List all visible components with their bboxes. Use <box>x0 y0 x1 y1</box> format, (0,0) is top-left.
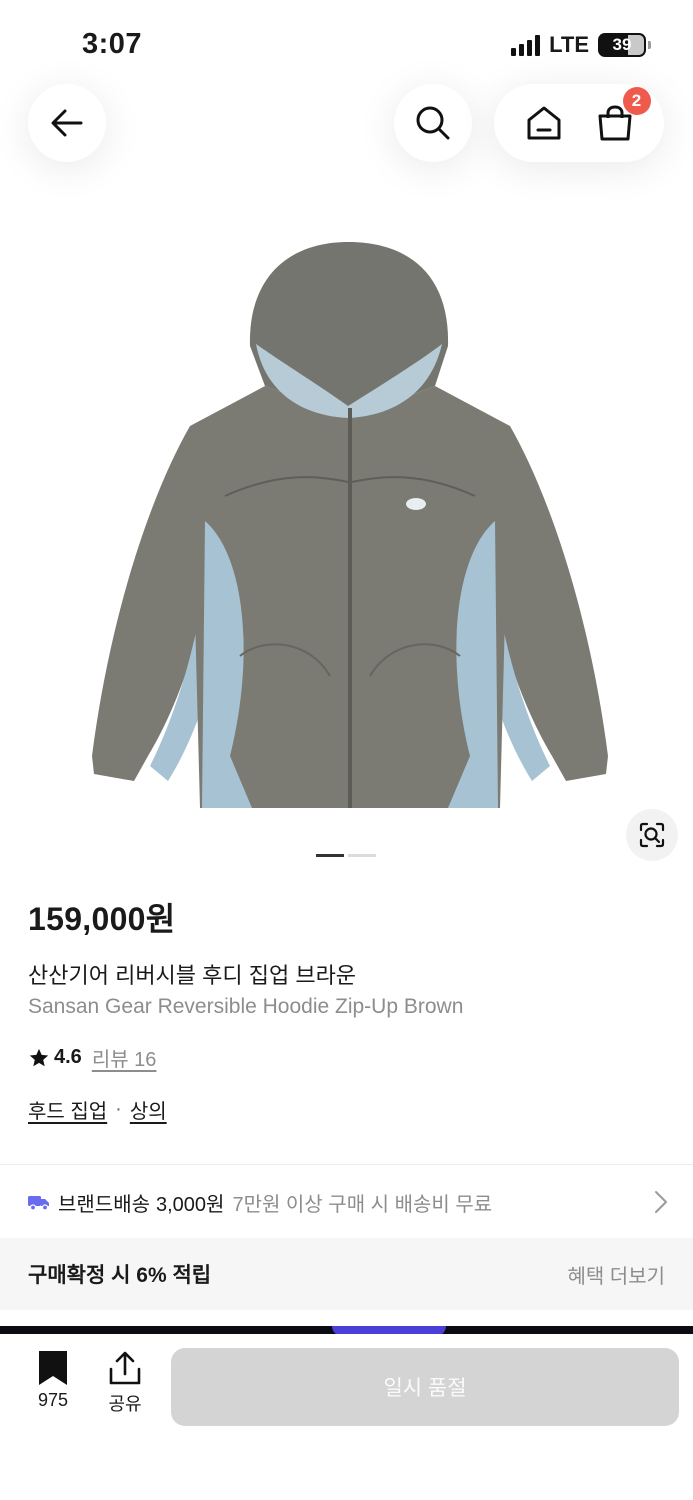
sold-out-button[interactable]: 일시 품절 <box>171 1348 679 1426</box>
cart-count-badge: 2 <box>622 87 651 115</box>
home-button[interactable] <box>522 101 566 145</box>
battery-icon: 39 <box>598 33 646 57</box>
chevron-right-icon <box>655 1191 667 1213</box>
category-link-tops[interactable]: 상의 <box>130 1095 167 1124</box>
status-bar: 3:07 LTE 39 <box>0 0 693 90</box>
image-search-icon <box>639 822 665 848</box>
home-cart-group: 2 <box>494 84 664 162</box>
image-search-button[interactable] <box>626 809 678 861</box>
share-icon <box>109 1351 141 1385</box>
shipping-info-row[interactable]: 브랜드배송 3,000원 7만원 이상 구매 시 배송비 무료 <box>28 1182 668 1222</box>
home-icon <box>527 106 560 140</box>
signal-icon <box>511 34 541 56</box>
star-icon <box>29 1048 49 1066</box>
battery-level: 39 <box>612 35 632 54</box>
back-button[interactable] <box>28 84 106 162</box>
product-image[interactable] <box>80 236 620 816</box>
benefit-banner: 구매확정 시 6% 적립 혜택 더보기 <box>0 1238 693 1310</box>
product-price: 159,000원 <box>28 901 176 937</box>
benefit-more-link[interactable]: 혜택 더보기 <box>567 1260 665 1289</box>
truck-icon <box>28 1196 49 1211</box>
section-divider <box>0 1164 693 1165</box>
shipping-note: 7만원 이상 구매 시 배송비 무료 <box>232 1193 493 1216</box>
rating-value: 4.6 <box>54 1046 82 1068</box>
category-link-hood-zipup[interactable]: 후드 집업 <box>28 1095 107 1124</box>
bookmark-icon <box>39 1351 67 1385</box>
category-separator: · <box>115 1098 122 1120</box>
review-link[interactable]: 리뷰 16 <box>92 1043 157 1072</box>
search-icon <box>416 106 450 140</box>
search-button[interactable] <box>394 84 472 162</box>
bottom-action-bar: 975 공유 일시 품절 <box>0 1334 693 1500</box>
gallery-pagination <box>316 854 376 857</box>
status-time: 3:07 <box>82 28 143 60</box>
share-button[interactable]: 공유 <box>100 1350 150 1416</box>
network-type: LTE <box>549 32 589 57</box>
pagination-dot-active[interactable] <box>316 854 344 857</box>
product-name-english: Sansan Gear Reversible Hoodie Zip-Up Bro… <box>28 995 464 1018</box>
bookmark-count: 975 <box>37 1390 69 1410</box>
shipping-type: 브랜드배송 <box>58 1193 150 1216</box>
product-name-korean: 산산기어 리버시블 후디 집업 브라운 <box>28 963 357 988</box>
pagination-dot[interactable] <box>348 854 376 857</box>
status-indicators: LTE 39 <box>511 32 651 58</box>
shipping-fee: 3,000원 <box>156 1193 225 1216</box>
share-label: 공유 <box>108 1394 142 1414</box>
bookmark-button[interactable]: 975 <box>28 1350 78 1411</box>
category-breadcrumb: 후드 집업 · 상의 <box>28 1095 167 1124</box>
rating-row: 4.6 리뷰 16 <box>28 1043 156 1072</box>
cart-button[interactable]: 2 <box>593 87 651 145</box>
arrow-left-icon <box>51 109 83 137</box>
benefit-text: 구매확정 시 6% 적립 <box>28 1264 212 1287</box>
